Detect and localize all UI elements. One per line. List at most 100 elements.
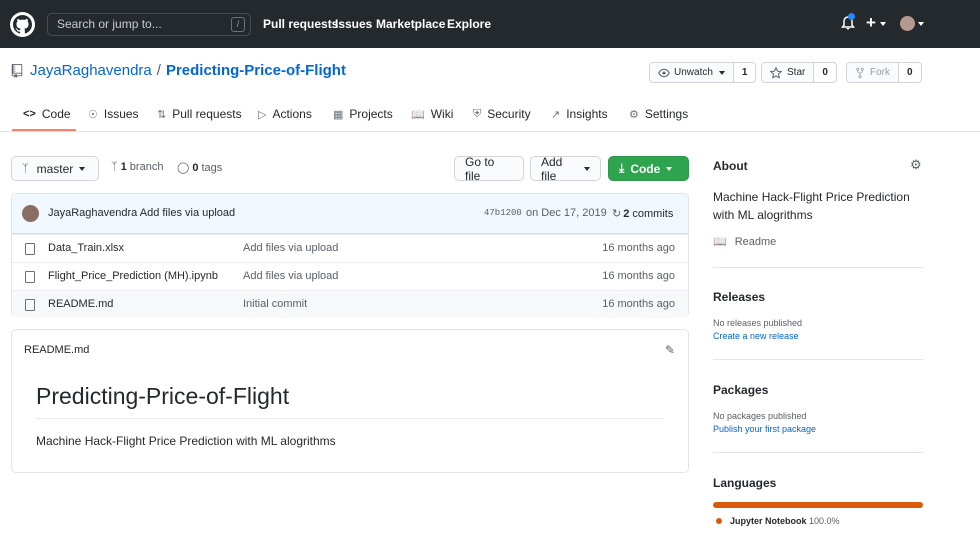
search-input[interactable]: Search or jump to... / (47, 13, 251, 36)
forks-count[interactable]: 0 (899, 63, 921, 82)
language-bar (713, 502, 923, 508)
create-chevron-down-icon[interactable] (880, 22, 886, 26)
readme-link[interactable]: 📖 Readme (713, 235, 776, 248)
download-icon: ⤓ (619, 161, 625, 175)
packages-title[interactable]: Packages (713, 383, 768, 397)
commit-summary: JayaRaghavendra Add files via upload (48, 207, 235, 219)
tab-pull-requests[interactable]: ⇅ Pull requests (157, 107, 242, 121)
nav-explore[interactable]: Explore (447, 17, 491, 31)
language-color-dot (716, 518, 722, 524)
commits-history-link[interactable]: ↻ 2 commits (612, 207, 673, 220)
repo-name-link[interactable]: Predicting-Price-of-Flight (166, 62, 346, 79)
about-description: Machine Hack-Flight Price Prediction wit… (713, 190, 910, 222)
shield-icon: ⛨ (473, 107, 482, 120)
issue-opened-icon: ☉ (88, 108, 98, 121)
code-button-label: Code (630, 161, 661, 176)
search-shortcut-key: / (231, 17, 245, 32)
top-header: Search or jump to... / Pull requests Iss… (0, 0, 980, 48)
tab-projects[interactable]: ▦ Projects (333, 107, 393, 121)
code-button[interactable]: ⤓ Code (608, 156, 689, 181)
file-row[interactable]: Data_Train.xlsx Add files via upload 16 … (12, 234, 688, 262)
git-branch-icon: ᛉ (22, 162, 29, 175)
unwatch-button[interactable]: Unwatch (650, 63, 734, 82)
file-commit-message[interactable]: Initial commit (243, 298, 307, 310)
tab-pull-requests-label: Pull requests (172, 107, 242, 121)
file-name[interactable]: README.md (48, 298, 113, 310)
unwatch-chevron-down-icon (718, 70, 725, 75)
language-item[interactable]: Jupyter Notebook 100.0% (716, 516, 840, 526)
user-menu-chevron-down-icon[interactable] (918, 22, 924, 26)
star-label: Star (787, 67, 806, 78)
commit-date[interactable]: on Dec 17, 2019 (526, 207, 607, 219)
commit-author-avatar[interactable] (22, 205, 39, 222)
tab-code-label: Code (41, 107, 71, 121)
go-to-file-button[interactable]: Go to file (454, 155, 524, 183)
branch-name: master (36, 161, 74, 176)
create-new-icon[interactable]: + (866, 13, 876, 33)
tab-security[interactable]: ⛨ Security (473, 107, 531, 121)
readme-panel: README.md ✎ Predicting-Price-of-Flight M… (11, 329, 689, 473)
breadcrumb-separator: / (156, 62, 161, 79)
repo-icon (11, 63, 23, 78)
file-row[interactable]: README.md Initial commit 16 months ago (12, 290, 688, 318)
commit-author[interactable]: JayaRaghavendra (48, 207, 137, 219)
history-icon: ↻ (612, 208, 622, 220)
nav-marketplace[interactable]: Marketplace (376, 17, 445, 31)
branches-link[interactable]: ᛉ1 branch (111, 161, 163, 173)
languages-title: Languages (713, 476, 777, 490)
tab-issues-label: Issues (103, 107, 139, 121)
stars-count[interactable]: 0 (814, 63, 836, 82)
tab-settings[interactable]: ⚙ Settings (629, 107, 688, 121)
github-logo-icon[interactable] (10, 12, 35, 37)
watchers-count[interactable]: 1 (734, 63, 756, 82)
add-file-label: Add file (541, 154, 563, 183)
fork-icon (856, 67, 864, 78)
git-branch-icon: ᛉ (111, 161, 118, 173)
add-file-button[interactable]: Add file (530, 154, 601, 183)
commit-sha[interactable]: 47b1200 (484, 208, 522, 218)
language-name: Jupyter Notebook (730, 516, 807, 526)
repo-owner-link[interactable]: JayaRaghavendra (30, 62, 152, 79)
latest-commit-bar: JayaRaghavendra Add files via upload 47b… (12, 194, 688, 234)
file-commit-time: 16 months ago (602, 242, 675, 254)
commit-message[interactable]: Add files via upload (140, 207, 235, 219)
file-row[interactable]: Flight_Price_Prediction (MH).ipynb Add f… (12, 262, 688, 290)
file-commit-message[interactable]: Add files via upload (243, 242, 338, 254)
tab-issues[interactable]: ☉ Issues (88, 107, 139, 121)
branch-select-button[interactable]: ᛉ master (11, 156, 99, 181)
tab-actions[interactable]: ▷ Actions (258, 107, 312, 121)
fork-button[interactable]: Fork (847, 63, 899, 82)
tab-code[interactable]: <> Code (23, 107, 71, 121)
publish-package-link[interactable]: Publish your first package (713, 424, 816, 434)
star-button[interactable]: Star (762, 63, 815, 82)
gear-icon: ⚙ (629, 108, 639, 121)
file-commit-time: 16 months ago (602, 270, 675, 282)
unwatch-label: Unwatch (674, 67, 713, 78)
releases-title[interactable]: Releases (713, 290, 765, 304)
active-tab-underline (12, 129, 76, 131)
tab-insights[interactable]: ↗ Insights (551, 107, 608, 121)
create-release-link[interactable]: Create a new release (713, 331, 799, 341)
tab-projects-label: Projects (349, 107, 393, 121)
language-percent: 100.0% (809, 516, 840, 526)
about-title: About (713, 159, 748, 173)
file-name[interactable]: Flight_Price_Prediction (MH).ipynb (48, 270, 218, 282)
notification-indicator (848, 13, 855, 20)
file-icon (25, 299, 35, 311)
tab-actions-label: Actions (272, 107, 312, 121)
tab-wiki-label: Wiki (430, 107, 454, 121)
readme-filename: README.md (24, 344, 90, 356)
user-avatar[interactable] (900, 16, 915, 31)
nav-issues[interactable]: Issues (335, 17, 372, 31)
file-commit-message[interactable]: Add files via upload (243, 270, 338, 282)
tags-link[interactable]: ◯ 0 tags (177, 161, 222, 174)
gear-icon[interactable]: ⚙ (910, 157, 922, 173)
branch-chevron-down-icon (79, 166, 86, 171)
file-name[interactable]: Data_Train.xlsx (48, 242, 124, 254)
tags-count: 0 (192, 162, 199, 174)
project-icon: ▦ (333, 108, 344, 121)
nav-pull-requests[interactable]: Pull requests (263, 17, 338, 31)
tab-wiki[interactable]: 📖 Wiki (411, 107, 453, 121)
pencil-icon[interactable]: ✎ (665, 343, 675, 357)
readme-heading: Predicting-Price-of-Flight (36, 383, 664, 419)
